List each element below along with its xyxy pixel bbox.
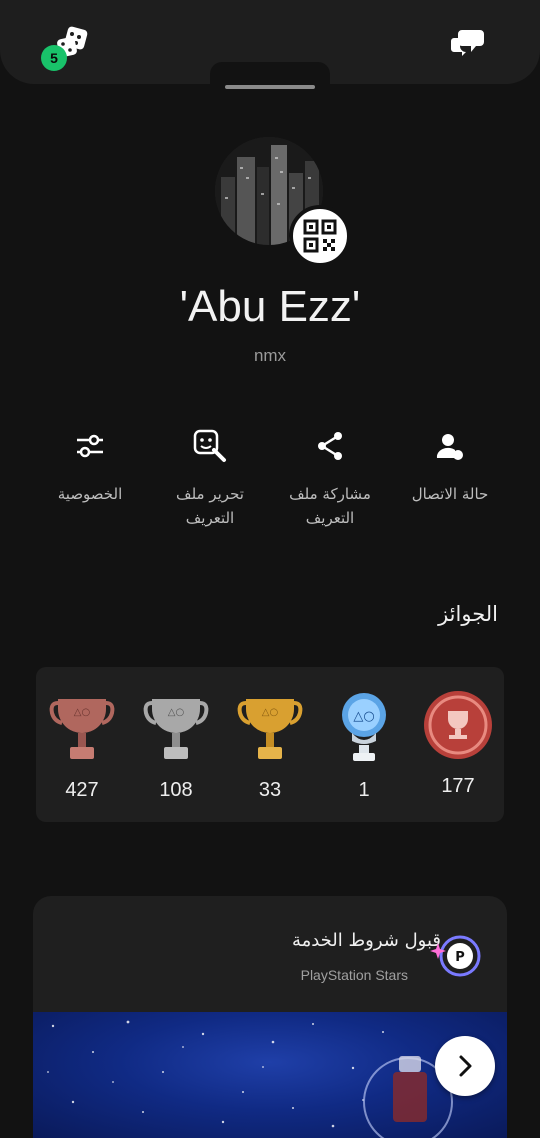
trophy-bronze[interactable]: △○ 427	[42, 689, 122, 802]
profile-actions: حالة الاتصال مشاركة ملف التعريف تحرير مل…	[30, 428, 510, 538]
silver-trophy-icon: △○	[143, 699, 209, 759]
display-name: 'Abu Ezz'	[179, 282, 361, 331]
playstation-stars-icon: P	[430, 935, 481, 977]
drag-handle[interactable]	[225, 85, 315, 89]
platinum-trophy-icon: △○	[342, 693, 386, 761]
stars-card-subtitle: PlayStation Stars	[300, 967, 408, 983]
share-icon	[318, 432, 342, 460]
edit-profile-icon	[193, 429, 226, 462]
notification-badge: 5	[41, 45, 67, 71]
trophy-gold[interactable]: △○ 33	[230, 689, 310, 802]
trophy-silver[interactable]: △○ 108	[136, 689, 216, 802]
svg-text:△○: △○	[168, 707, 184, 718]
action-share-profile-label: مشاركة ملف التعريف	[289, 485, 371, 527]
trophy-silver-count: 108	[159, 779, 193, 801]
trophy-platinum[interactable]: △○ 1	[324, 689, 404, 802]
trophies-section-title: الجوائز	[438, 602, 498, 626]
chat-bubbles-icon	[451, 30, 484, 56]
svg-text:△○: △○	[353, 709, 374, 724]
top-bar-notch	[210, 62, 330, 84]
chevron-right-icon	[459, 1055, 472, 1077]
trophy-platinum-count: 1	[358, 779, 370, 801]
svg-text:P: P	[455, 950, 465, 965]
action-edit-profile[interactable]: تحرير ملف التعريف	[150, 428, 270, 530]
trophy-bronze-count: 427	[65, 779, 99, 801]
gold-trophy-icon: △○	[237, 699, 303, 759]
trophy-summary-card[interactable]: 177 △○ 1 △○ 33 △○ 108 △○ 427	[36, 667, 504, 822]
action-privacy[interactable]: الخصوصية	[30, 428, 150, 506]
qr-code-icon	[303, 219, 337, 253]
messages-button[interactable]	[450, 26, 486, 58]
playstation-stars-logo: P	[430, 933, 482, 979]
sliders-icon	[77, 434, 103, 458]
svg-text:△○: △○	[74, 707, 90, 718]
trophy-level-icon	[424, 691, 492, 759]
svg-text:△○: △○	[262, 707, 278, 718]
action-online-status[interactable]: حالة الاتصال	[390, 428, 510, 506]
stars-card-title: قبول شروط الخدمة	[291, 930, 441, 951]
online-id: nmx	[253, 346, 287, 365]
action-edit-profile-label: تحرير ملف التعريف	[176, 485, 244, 527]
bronze-trophy-icon: △○	[49, 699, 115, 759]
action-privacy-label: الخصوصية	[57, 485, 123, 503]
person-status-icon	[436, 434, 463, 460]
trophy-level[interactable]: 177	[418, 689, 498, 798]
trophy-level-count: 177	[441, 775, 475, 797]
trophy-gold-count: 33	[258, 779, 282, 801]
action-online-status-label: حالة الاتصال	[411, 485, 489, 503]
qr-code-button[interactable]	[289, 205, 351, 267]
action-share-profile[interactable]: مشاركة ملف التعريف	[270, 428, 390, 530]
banner-next-button[interactable]	[435, 1036, 495, 1096]
